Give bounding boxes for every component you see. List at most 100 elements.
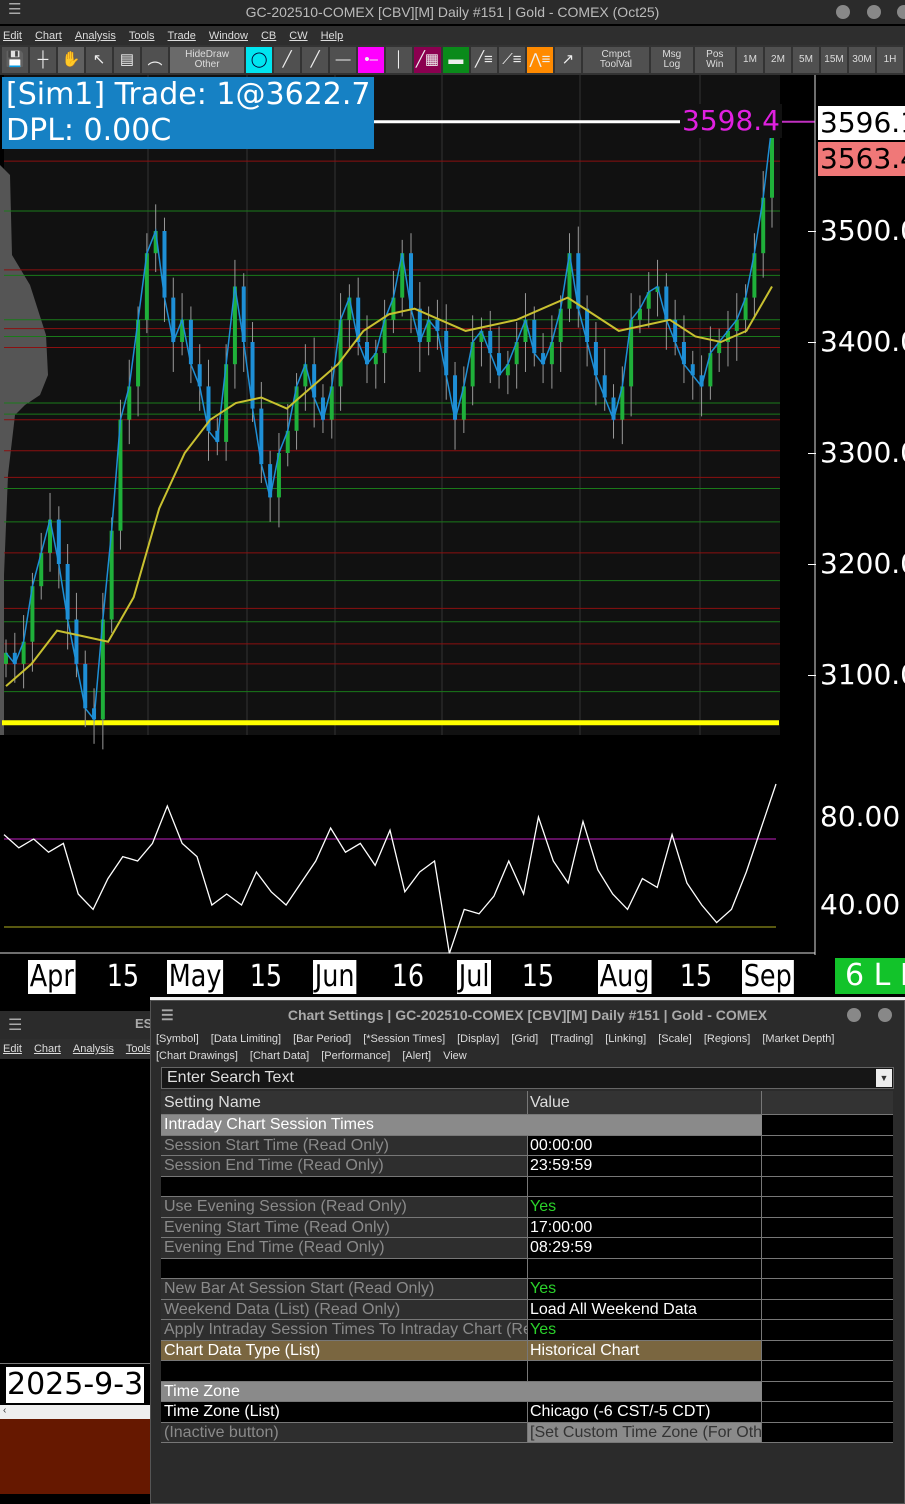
table-row[interactable]: New Bar At Session Start (Read Only) Yes bbox=[161, 1279, 893, 1300]
tab-chart-data[interactable]: [Chart Data] bbox=[250, 1050, 309, 1062]
close-button[interactable] bbox=[897, 5, 905, 19]
ray-button[interactable]: ╱ bbox=[302, 47, 329, 73]
table-row[interactable]: Chart Data Type (List) Historical Chart bbox=[161, 1340, 893, 1361]
setting-value[interactable]: Yes bbox=[528, 1279, 762, 1299]
tab-chart-drawings[interactable]: [Chart Drawings] bbox=[156, 1050, 238, 1062]
setting-value[interactable]: Load All Weekend Data bbox=[528, 1299, 762, 1319]
toolbar-button-hidedraw-other[interactable]: HideDraw Other bbox=[170, 47, 245, 73]
toolbar-button-5m[interactable]: 5M bbox=[793, 47, 819, 73]
study-button[interactable]: ︵ bbox=[142, 47, 168, 73]
table-row[interactable]: Session End Time (Read Only) 23:59:59 bbox=[161, 1156, 893, 1177]
fib-time-button[interactable]: ⋀≡ bbox=[526, 47, 553, 73]
tab-alert[interactable]: [Alert] bbox=[402, 1050, 431, 1062]
table-row[interactable]: Time Zone (List) Chicago (-6 CST/-5 CDT) bbox=[161, 1402, 893, 1423]
menu-tools[interactable]: Tools bbox=[129, 26, 155, 46]
chart-canvas[interactable] bbox=[0, 75, 905, 955]
toolbar-button-15m[interactable]: 15M bbox=[821, 47, 847, 73]
close-button[interactable] bbox=[878, 1008, 892, 1022]
window-title: GC-202510-COMEX [CBV][M] Daily #151 | Go… bbox=[245, 4, 660, 20]
table-row[interactable]: (Inactive button) [Set Custom Time Zone (… bbox=[161, 1422, 893, 1443]
menu-chart[interactable]: Chart bbox=[35, 26, 62, 46]
hamburger-menu-icon[interactable]: ☰ bbox=[8, 0, 21, 18]
menu-analysis[interactable]: Analysis bbox=[73, 1039, 114, 1059]
tab-display[interactable]: [Display] bbox=[457, 1033, 499, 1045]
table-row[interactable]: Use Evening Session (Read Only) Yes bbox=[161, 1197, 893, 1218]
tab-regions[interactable]: [Regions] bbox=[704, 1033, 750, 1045]
fib-time-icon: ⋀≡ bbox=[529, 51, 551, 68]
crosshair-button[interactable]: ┼ bbox=[30, 47, 56, 73]
dropdown-arrow-icon[interactable]: ▼ bbox=[876, 1069, 892, 1087]
table-row[interactable]: Evening End Time (Read Only) 08:29:59 bbox=[161, 1238, 893, 1259]
menu-window[interactable]: Window bbox=[209, 26, 248, 46]
fib-extension-icon: ⟋≡ bbox=[502, 51, 522, 68]
tab-market-depth[interactable]: [Market Depth] bbox=[762, 1033, 834, 1045]
minimize-button[interactable] bbox=[836, 5, 850, 19]
line-button[interactable]: ╱ bbox=[274, 47, 301, 73]
setting-value[interactable]: [Set Custom Time Zone (For Other)] bbox=[528, 1422, 762, 1442]
hamburger-menu-icon[interactable]: ☰ bbox=[8, 1015, 22, 1035]
toolbar-button-1m[interactable]: 1M bbox=[737, 47, 763, 73]
menu-tools[interactable]: Tools bbox=[126, 1039, 152, 1059]
empty-cell bbox=[762, 1217, 893, 1237]
search-input[interactable]: Enter Search Text ▼ bbox=[161, 1067, 894, 1089]
rectangle-button[interactable]: ▬ bbox=[442, 47, 469, 73]
table-row[interactable]: Evening Start Time (Read Only) 17:00:00 bbox=[161, 1217, 893, 1238]
horizontal-ray-button[interactable]: •– bbox=[358, 47, 385, 73]
horizontal-line-button[interactable]: — bbox=[330, 47, 357, 73]
menu-trade[interactable]: Trade bbox=[168, 26, 196, 46]
chart-settings-button[interactable]: ▤ bbox=[114, 47, 140, 73]
maximize-button[interactable] bbox=[867, 5, 881, 19]
chart-settings-dialog: ☰ Chart Settings | GC-202510-COMEX [CBV][… bbox=[150, 1000, 905, 1504]
menu-cw[interactable]: CW bbox=[289, 26, 307, 46]
menu-chart[interactable]: Chart bbox=[34, 1039, 61, 1059]
tab-data-limiting[interactable]: [Data Limiting] bbox=[211, 1033, 281, 1045]
arrow-button[interactable]: ↗ bbox=[554, 47, 581, 73]
hamburger-menu-icon[interactable]: ☰ bbox=[161, 1001, 174, 1029]
setting-value[interactable]: Yes bbox=[528, 1320, 762, 1340]
menu-edit[interactable]: Edit bbox=[3, 1039, 22, 1059]
tick-mark bbox=[808, 231, 816, 232]
tab-grid[interactable]: [Grid] bbox=[511, 1033, 538, 1045]
setting-value[interactable]: 23:59:59 bbox=[528, 1156, 762, 1176]
setting-value[interactable]: 08:29:59 bbox=[528, 1238, 762, 1258]
table-row[interactable]: Session Start Time (Read Only) 00:00:00 bbox=[161, 1135, 893, 1156]
fib-button[interactable]: ╱≡ bbox=[470, 47, 497, 73]
setting-value[interactable]: Historical Chart bbox=[528, 1340, 762, 1360]
hand-button[interactable]: ✋ bbox=[58, 47, 84, 73]
toolbar-button-pos-win[interactable]: Pos Win bbox=[694, 47, 735, 73]
menu-help[interactable]: Help bbox=[321, 26, 344, 46]
tab-linking[interactable]: [Linking] bbox=[605, 1033, 646, 1045]
toolbar-button-1h[interactable]: 1H bbox=[877, 47, 903, 73]
menu-edit[interactable]: Edit bbox=[3, 26, 22, 46]
tab-trading[interactable]: [Trading] bbox=[550, 1033, 593, 1045]
ellipse-button[interactable]: ◯ bbox=[246, 47, 273, 73]
minimize-button[interactable] bbox=[847, 1008, 861, 1022]
setting-value[interactable]: Yes bbox=[528, 1197, 762, 1217]
vertical-line-button[interactable]: │ bbox=[386, 47, 413, 73]
table-row[interactable]: Weekend Data (List) (Read Only) Load All … bbox=[161, 1299, 893, 1320]
tab-scale[interactable]: [Scale] bbox=[658, 1033, 692, 1045]
save-button[interactable]: 💾 bbox=[2, 47, 28, 73]
tab-symbol[interactable]: [Symbol] bbox=[156, 1033, 199, 1045]
tab-view[interactable]: View bbox=[443, 1050, 467, 1062]
tab-performance[interactable]: [Performance] bbox=[321, 1050, 390, 1062]
fib-extension-button[interactable]: ⟋≡ bbox=[498, 47, 525, 73]
menu-bar: Edit Chart Analysis Tools Trade Window CB CW Hel… bbox=[0, 26, 905, 46]
toolbar-button-cmpct-toolval[interactable]: Cmpct ToolVal bbox=[582, 47, 650, 73]
price-chart[interactable] bbox=[0, 75, 905, 955]
table-header: Setting Name Value bbox=[161, 1091, 893, 1115]
calculator-button[interactable]: ╱▦ bbox=[414, 47, 441, 73]
tab-session-times[interactable]: [*Session Times] bbox=[363, 1033, 445, 1045]
toolbar-button-30m[interactable]: 30M bbox=[849, 47, 875, 73]
toolbar-button-msg-log[interactable]: Msg Log bbox=[651, 47, 693, 73]
pointer-button[interactable]: ↖ bbox=[86, 47, 112, 73]
setting-value[interactable]: 17:00:00 bbox=[528, 1217, 762, 1237]
table-row[interactable]: Apply Intraday Session Times To Intraday… bbox=[161, 1320, 893, 1341]
scrollbar[interactable]: ‹ bbox=[0, 1405, 150, 1419]
setting-value[interactable]: 00:00:00 bbox=[528, 1135, 762, 1155]
toolbar-button-2m[interactable]: 2M bbox=[765, 47, 791, 73]
menu-cb[interactable]: CB bbox=[261, 26, 276, 46]
tab-bar-period[interactable]: [Bar Period] bbox=[293, 1033, 351, 1045]
setting-value[interactable]: Chicago (-6 CST/-5 CDT) bbox=[528, 1402, 762, 1422]
menu-analysis[interactable]: Analysis bbox=[75, 26, 116, 46]
